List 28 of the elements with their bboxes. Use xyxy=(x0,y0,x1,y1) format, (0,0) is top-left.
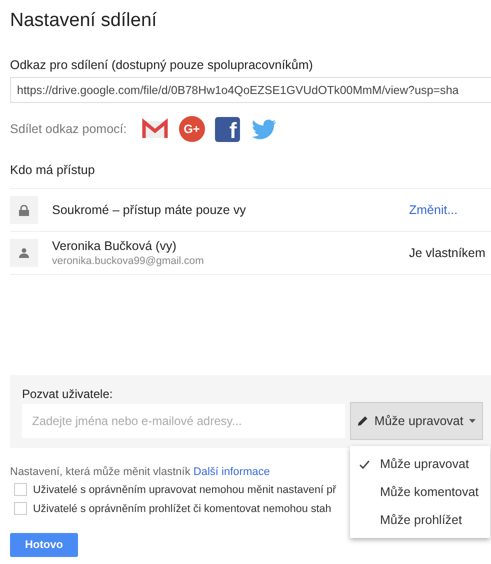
invite-field[interactable]: Zadejte jména nebo e-mailové adresy... xyxy=(22,404,345,438)
google-plus-icon[interactable]: G+ xyxy=(178,116,205,142)
change-link[interactable]: Změnit... xyxy=(409,203,491,217)
share-label: Sdílet odkaz pomocí: xyxy=(10,122,127,136)
checkbox[interactable] xyxy=(14,502,27,515)
owner-settings-text: Nastavení, která může měnit vlastník Další informace xyxy=(10,466,271,478)
menu-item[interactable]: Může upravovat xyxy=(350,450,490,478)
menu-item[interactable]: Může komentovat xyxy=(350,478,490,506)
checkbox[interactable] xyxy=(14,483,27,496)
user-name: Veronika Bučková (vy) xyxy=(52,239,178,253)
link-field[interactable]: https://drive.google.com/file/d/0B78Hw1o4QoEZSE1GVUdOTk00MmM/view?usp=sha xyxy=(10,77,491,103)
menu-item[interactable]: Může prohlížet xyxy=(350,506,490,534)
person-icon xyxy=(10,239,38,267)
pencil-icon xyxy=(357,415,368,427)
user-email: veronika.buckova99@gmail.com xyxy=(52,255,205,267)
checkbox-label: Uživatelé s oprávněním upravovat nemohou měnit nastavení př xyxy=(33,484,336,496)
facebook-icon[interactable]: f xyxy=(214,116,240,142)
user-role: Je vlastníkem xyxy=(409,246,486,260)
lock-icon xyxy=(10,196,38,224)
access-level: Soukromé – přístup máte pouze vy xyxy=(52,203,247,217)
dialog-title: Nastavení sdílení xyxy=(10,10,158,32)
permission-dropdown[interactable]: Může upravovat xyxy=(350,402,483,440)
more-info-link[interactable]: Další informace xyxy=(193,466,270,478)
link-label: Odkaz pro sdílení (dostupný pouze spolupracovníkům) xyxy=(10,58,313,72)
caret-icon xyxy=(469,419,476,423)
checkbox-label: Uživatelé s oprávněním prohlížet či komentovat nemohou stah xyxy=(33,502,332,514)
invite-label: Pozvat uživatele: xyxy=(22,387,113,401)
access-heading: Kdo má přístup xyxy=(10,163,95,177)
